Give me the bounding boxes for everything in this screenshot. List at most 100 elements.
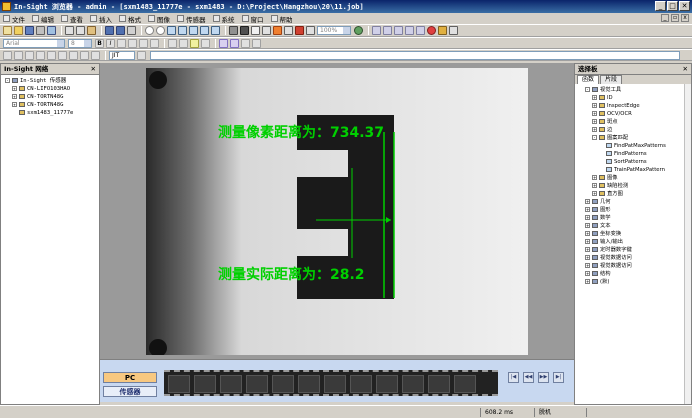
film-frame[interactable] [246, 375, 268, 393]
palette-close-button[interactable]: ✕ [683, 64, 688, 74]
tree-item[interactable]: - 图案匹配 [575, 134, 691, 142]
maximize-button[interactable]: □ [667, 1, 678, 11]
cell-graphics-icon[interactable] [14, 50, 23, 60]
expand-toggle-icon[interactable]: + [585, 279, 590, 284]
zoom-out-icon[interactable] [178, 26, 187, 35]
formula-input[interactable] [150, 50, 680, 60]
tree-item[interactable]: + OCV/OCR [575, 110, 691, 118]
menu-help[interactable]: 帮助 [270, 14, 293, 24]
previous-record-icon[interactable] [383, 26, 392, 35]
menu-format[interactable]: 格式 [119, 14, 141, 24]
play-icon[interactable] [394, 26, 403, 35]
fill-color-icon[interactable] [190, 38, 199, 48]
new-icon[interactable] [3, 26, 12, 35]
cell-address-field[interactable]: JIT [109, 50, 135, 60]
open-icon[interactable] [14, 26, 23, 35]
menu-system[interactable]: 系统 [212, 14, 235, 24]
region-tool-icon[interactable] [230, 38, 239, 48]
tree-item[interactable]: + 输入/输出 [575, 238, 691, 246]
grid-icon[interactable] [251, 26, 260, 35]
first-record-icon[interactable] [372, 26, 381, 35]
print-preview-icon[interactable] [47, 26, 56, 35]
pc-button[interactable]: PC [103, 372, 157, 383]
absolute-ref-icon[interactable] [25, 50, 34, 60]
expand-toggle-icon[interactable]: + [592, 103, 597, 108]
bold-icon[interactable]: B [95, 38, 104, 48]
settings-icon[interactable] [438, 26, 447, 35]
sensor-button[interactable]: 传感器 [103, 386, 157, 397]
trigger-icon[interactable] [273, 26, 282, 35]
expand-toggle-icon[interactable]: + [585, 199, 590, 204]
record-list-icon[interactable] [449, 26, 458, 35]
record-icon[interactable] [295, 26, 304, 35]
undo-icon[interactable] [105, 26, 114, 35]
copy-icon[interactable] [76, 26, 85, 35]
expand-toggle-icon[interactable]: + [592, 127, 597, 132]
expand-toggle-icon[interactable]: + [12, 86, 17, 91]
tree-item[interactable]: SortPatterns [575, 158, 691, 166]
spreadsheet-icon[interactable] [240, 26, 249, 35]
stop-record-icon[interactable] [427, 26, 436, 35]
film-frame[interactable] [194, 375, 216, 393]
circle-tool-icon[interactable] [145, 26, 154, 35]
tree-item[interactable]: + 视觉数据访问 [575, 254, 691, 262]
zoom-in-icon[interactable] [167, 26, 176, 35]
tree-item[interactable]: + 坐标变换 [575, 230, 691, 238]
tree-item[interactable]: + 定时器数字键 [575, 246, 691, 254]
expand-toggle-icon[interactable]: + [592, 95, 597, 100]
zoom-fill-icon[interactable] [200, 26, 209, 35]
expand-toggle-icon[interactable]: + [585, 215, 590, 220]
tree-item[interactable]: + (默) [575, 278, 691, 286]
zoom-actual-icon[interactable] [211, 26, 220, 35]
film-frame[interactable] [428, 375, 450, 393]
expand-toggle-icon[interactable]: + [585, 271, 590, 276]
expand-toggle-icon[interactable]: + [592, 175, 597, 180]
border-icon[interactable] [179, 38, 188, 48]
mdi-close-button[interactable]: x [681, 14, 689, 22]
rewind-button[interactable]: ◀◀ [523, 372, 534, 383]
expand-toggle-icon[interactable]: + [592, 183, 597, 188]
first-frame-button[interactable]: |◀ [508, 372, 519, 383]
expand-toggle-icon[interactable]: - [592, 135, 597, 140]
graphics-icon[interactable] [262, 26, 271, 35]
line-tool-icon[interactable] [252, 38, 261, 48]
expand-toggle-icon[interactable]: + [12, 102, 17, 107]
film-frame[interactable] [220, 375, 242, 393]
zoom-combo[interactable]: 100% [317, 26, 351, 35]
film-frame[interactable] [454, 375, 476, 393]
tree-item[interactable]: + CN-TORTN48G [1, 93, 99, 101]
print-icon[interactable] [36, 26, 45, 35]
close-button[interactable]: ✕ [679, 1, 690, 11]
menu-sensor[interactable]: 传感器 [177, 14, 206, 24]
image-viewer[interactable]: 测量像素距离为：734.37 测量实际距离为：28.2 [100, 63, 574, 359]
tree-item[interactable]: + 结构 [575, 270, 691, 278]
film-frame[interactable] [272, 375, 294, 393]
tree-item[interactable]: + InspectEdge [575, 102, 691, 110]
align-right-icon[interactable] [139, 38, 148, 48]
expand-toggle-icon[interactable]: + [592, 191, 597, 196]
expand-toggle-icon[interactable]: + [592, 119, 597, 124]
font-combo[interactable]: Arial [3, 38, 65, 48]
expand-formula-icon[interactable] [137, 50, 146, 60]
expand-toggle-icon[interactable]: - [5, 78, 10, 83]
expand-toggle-icon[interactable]: - [585, 87, 590, 92]
font-size-combo[interactable]: 8 [68, 38, 92, 48]
fast-forward-button[interactable]: ▶▶ [538, 372, 549, 383]
expand-toggle-icon[interactable]: + [585, 231, 590, 236]
zoom-fit-icon[interactable] [189, 26, 198, 35]
tree-item[interactable]: + 图形 [575, 206, 691, 214]
cell-state-icon[interactable] [3, 50, 12, 60]
formula-icon[interactable] [47, 50, 56, 60]
save-icon[interactable] [25, 26, 34, 35]
tree-item[interactable]: + 几何 [575, 198, 691, 206]
relative-ref-icon[interactable] [36, 50, 45, 60]
text-tool-icon[interactable] [241, 38, 250, 48]
paste-icon[interactable] [87, 26, 96, 35]
expand-toggle-icon[interactable]: + [585, 247, 590, 252]
network-panel-close-button[interactable]: ✕ [91, 64, 96, 74]
tree-item[interactable]: FindPatterns [575, 150, 691, 158]
image-icon[interactable] [229, 26, 238, 35]
expand-toggle-icon[interactable]: + [592, 111, 597, 116]
select-tool-icon[interactable] [219, 38, 228, 48]
film-frame[interactable] [350, 375, 372, 393]
